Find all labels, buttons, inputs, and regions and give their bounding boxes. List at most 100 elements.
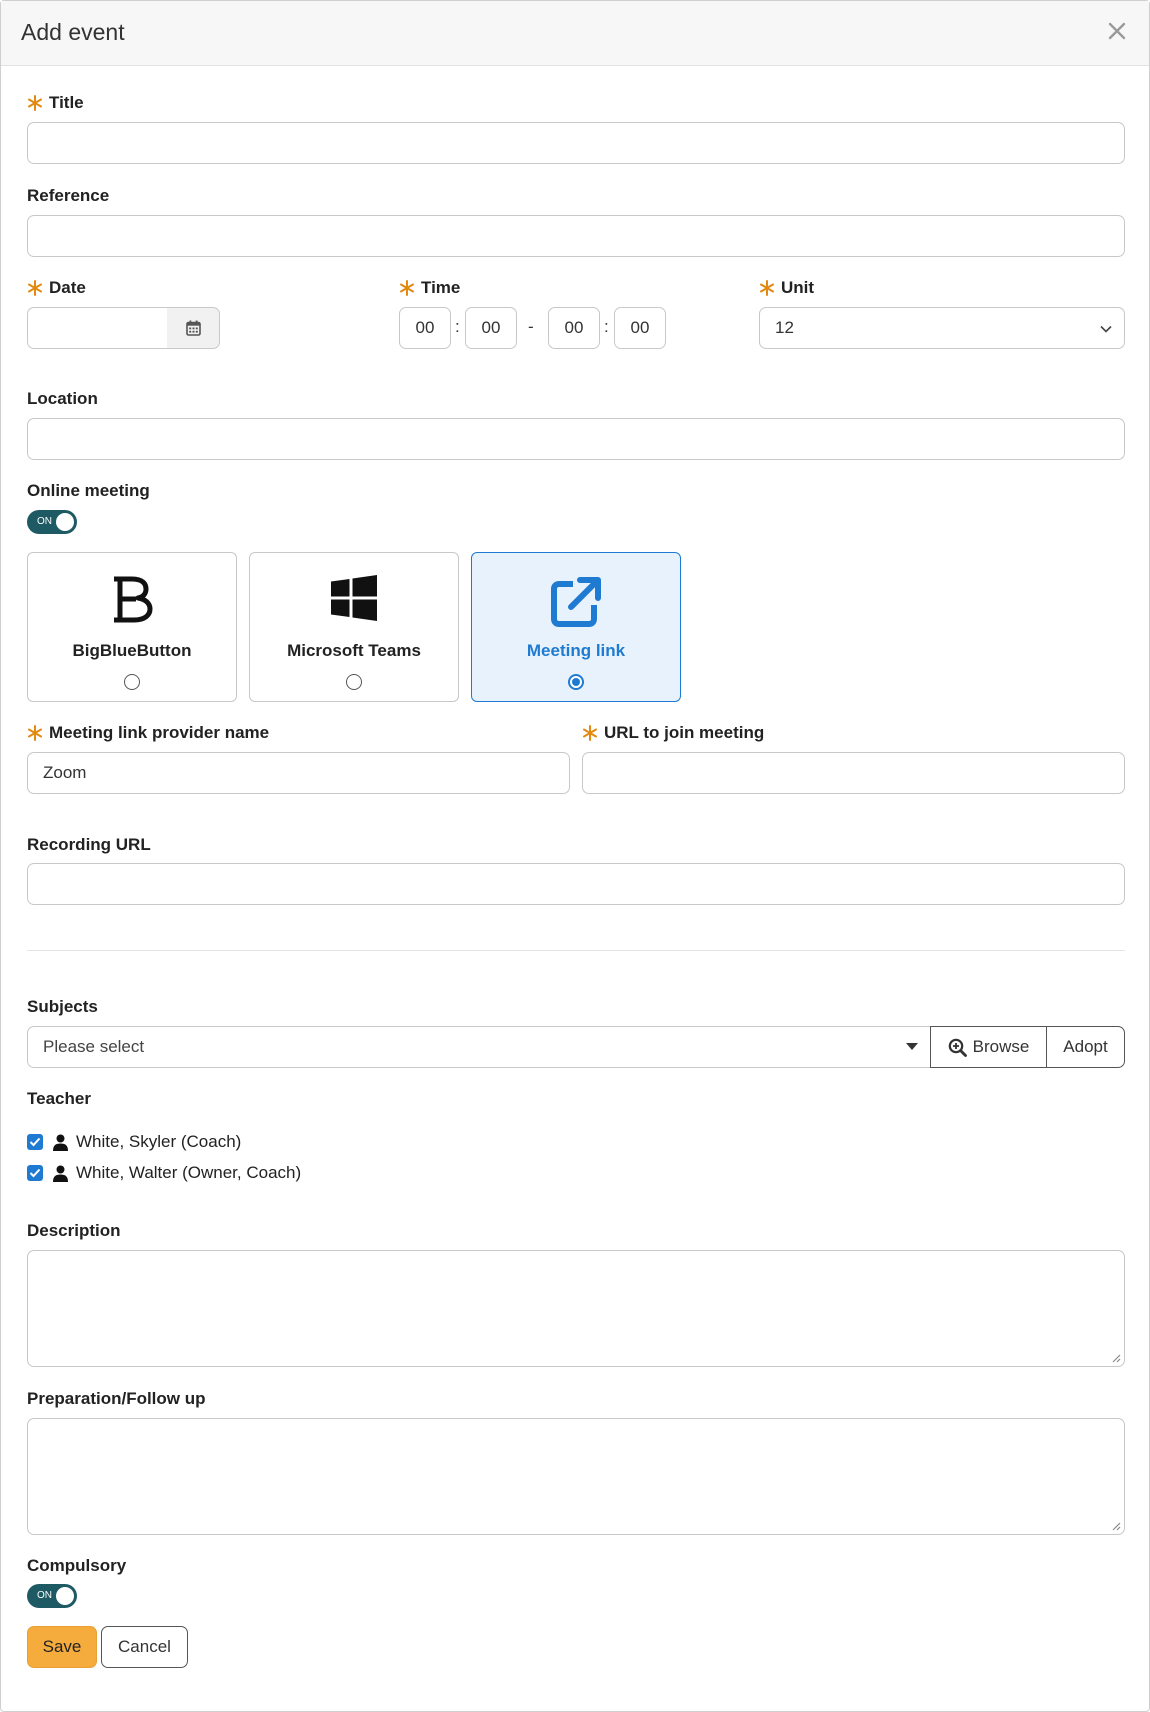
card-label: Microsoft Teams [287, 641, 421, 660]
date-picker-button[interactable] [167, 307, 220, 349]
required-asterisk-icon [583, 725, 597, 741]
meeting-provider-label: Meeting link provider name [27, 723, 269, 743]
reference-label-text: Reference [27, 186, 110, 205]
checkmark-icon [29, 1168, 41, 1178]
join-url-input[interactable] [582, 752, 1125, 794]
subjects-label: Subjects [27, 997, 98, 1017]
end-minute-input[interactable]: 00 [614, 307, 666, 349]
teacher-name: White, Skyler (Coach) [76, 1132, 242, 1151]
unit-label: Unit [759, 278, 814, 298]
cancel-label: Cancel [118, 1637, 171, 1656]
time-colon: : [604, 317, 609, 336]
subjects-select[interactable]: Please select [27, 1026, 931, 1068]
description-label-text: Description [27, 1221, 121, 1240]
recording-url-input[interactable] [27, 863, 1125, 905]
bigbluebutton-option[interactable]: BigBlueButton [27, 552, 237, 702]
preparation-textarea[interactable] [27, 1418, 1125, 1535]
location-label-text: Location [27, 389, 98, 408]
title-label: Title [27, 93, 84, 113]
required-asterisk-icon [760, 280, 774, 296]
meeting-provider-label-text: Meeting link provider name [49, 723, 270, 742]
title-label-text: Title [49, 93, 84, 112]
search-plus-icon [948, 1038, 967, 1057]
meeting-link-option[interactable]: Meeting link [471, 552, 681, 702]
end-hour-input[interactable]: 00 [548, 307, 600, 349]
online-meeting-toggle[interactable]: ON [27, 510, 77, 534]
unit-label-text: Unit [781, 278, 815, 297]
required-asterisk-icon [28, 280, 42, 296]
date-label: Date [27, 278, 86, 298]
date-input[interactable] [27, 307, 168, 349]
bigbluebutton-radio[interactable] [124, 674, 140, 690]
user-icon [53, 1134, 68, 1151]
bigbluebutton-icon [114, 576, 153, 623]
microsoft-teams-radio[interactable] [346, 674, 362, 690]
external-link-icon [551, 577, 601, 627]
reference-input[interactable] [27, 215, 1125, 257]
browse-button[interactable]: Browse [930, 1026, 1047, 1068]
adopt-label: Adopt [1063, 1037, 1108, 1056]
description-textarea[interactable] [27, 1250, 1125, 1367]
browse-label: Browse [972, 1037, 1030, 1056]
preparation-label-text: Preparation/Follow up [27, 1389, 206, 1408]
resize-handle-icon[interactable] [1111, 1353, 1121, 1363]
card-label: BigBlueButton [72, 641, 192, 660]
required-asterisk-icon [400, 280, 414, 296]
save-label: Save [42, 1637, 82, 1656]
user-icon [53, 1165, 68, 1182]
online-meeting-label: Online meeting [27, 481, 150, 501]
start-hour-input[interactable]: 00 [399, 307, 451, 349]
online-meeting-label-text: Online meeting [27, 481, 150, 500]
close-button[interactable] [1101, 15, 1133, 47]
checkmark-icon [29, 1137, 41, 1147]
teacher-item[interactable]: White, Skyler (Coach) [27, 1132, 241, 1152]
time-colon: : [455, 317, 460, 336]
location-label: Location [27, 389, 98, 409]
join-url-label-text: URL to join meeting [604, 723, 765, 742]
teacher-name: White, Walter (Owner, Coach) [76, 1163, 302, 1182]
join-url-label: URL to join meeting [582, 723, 764, 743]
date-label-text: Date [49, 278, 86, 297]
cancel-button[interactable]: Cancel [101, 1626, 188, 1668]
subjects-placeholder: Please select [43, 1037, 145, 1056]
time-dash: - [528, 317, 534, 336]
calendar-icon [185, 320, 201, 336]
compulsory-label-text: Compulsory [27, 1556, 127, 1575]
unit-select[interactable]: 12 [759, 307, 1125, 349]
toggle-state-text: ON [37, 516, 52, 527]
caret-down-icon [906, 1043, 918, 1050]
toggle-knob [56, 1587, 74, 1605]
time-label: Time [399, 278, 460, 298]
unit-value: 12 [775, 318, 794, 337]
card-label: Meeting link [526, 641, 626, 660]
preparation-label: Preparation/Follow up [27, 1389, 206, 1409]
toggle-knob [56, 513, 74, 531]
teacher-checkbox[interactable] [27, 1134, 43, 1150]
windows-icon [331, 575, 377, 621]
teacher-item[interactable]: White, Walter (Owner, Coach) [27, 1163, 301, 1183]
add-event-modal: Add event Title Reference Date Time 00:… [0, 0, 1150, 1712]
microsoft-teams-option[interactable]: Microsoft Teams [249, 552, 459, 702]
meeting-provider-value: Zoom [43, 763, 87, 782]
save-button[interactable]: Save [27, 1626, 97, 1668]
location-input[interactable] [27, 418, 1125, 460]
recording-url-label-text: Recording URL [27, 835, 151, 854]
subjects-label-text: Subjects [27, 997, 98, 1016]
resize-handle-icon[interactable] [1111, 1521, 1121, 1531]
required-asterisk-icon [28, 95, 42, 111]
required-asterisk-icon [28, 725, 42, 741]
teacher-checkbox[interactable] [27, 1165, 43, 1181]
section-divider [27, 950, 1125, 951]
meeting-provider-input[interactable]: Zoom [27, 752, 570, 794]
title-input[interactable] [27, 122, 1125, 164]
reference-label: Reference [27, 186, 109, 206]
modal-header: Add event [1, 1, 1149, 66]
compulsory-toggle[interactable]: ON [27, 1584, 77, 1608]
adopt-button[interactable]: Adopt [1046, 1026, 1125, 1068]
teacher-label: Teacher [27, 1089, 91, 1109]
meeting-link-radio[interactable] [568, 674, 584, 690]
modal-title: Add event [21, 19, 125, 45]
compulsory-label: Compulsory [27, 1556, 126, 1576]
start-minute-input[interactable]: 00 [465, 307, 517, 349]
description-label: Description [27, 1221, 121, 1241]
